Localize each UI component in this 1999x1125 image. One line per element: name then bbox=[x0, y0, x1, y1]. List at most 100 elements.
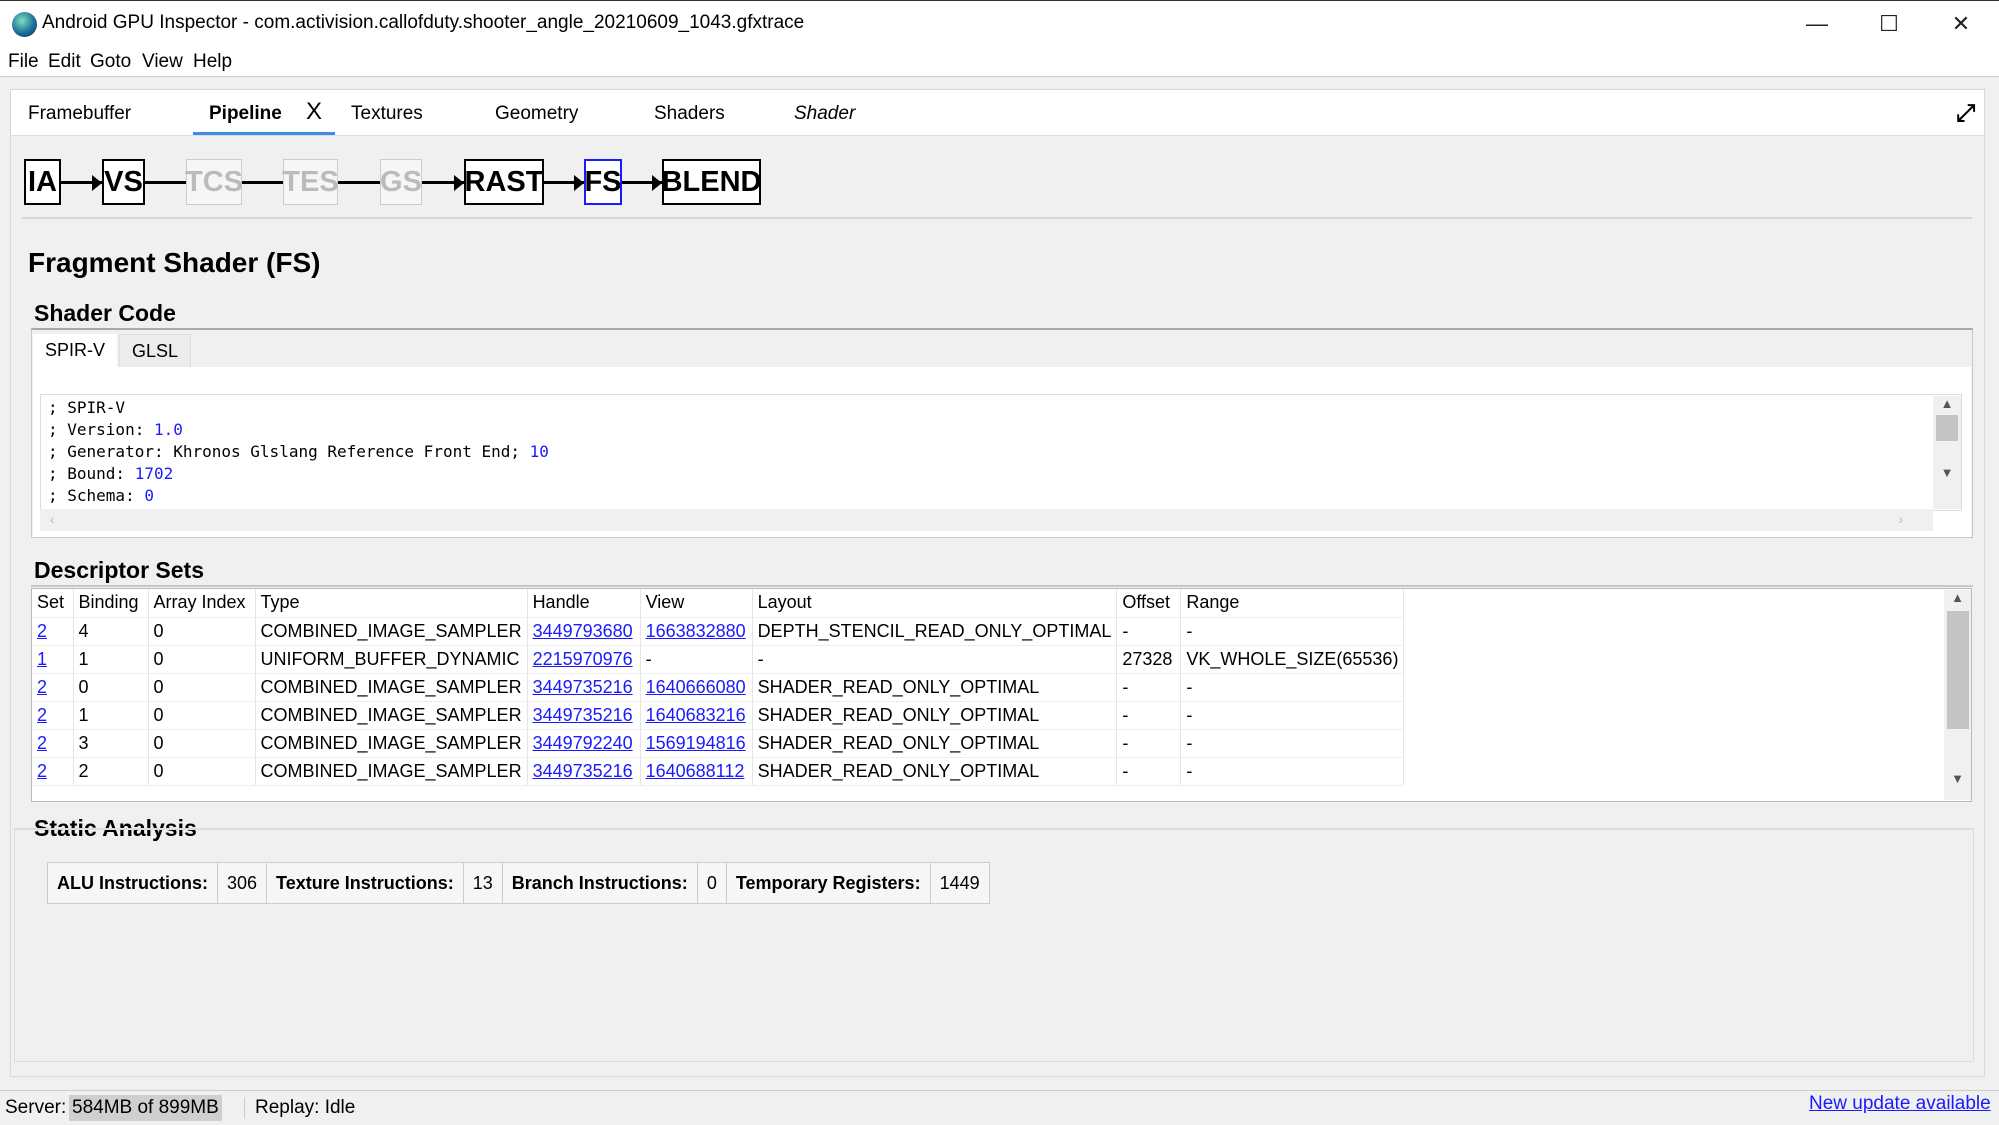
scroll-thumb[interactable] bbox=[1946, 611, 1969, 729]
alu-label: ALU Instructions: bbox=[47, 862, 218, 904]
col-layout[interactable]: Layout bbox=[752, 589, 1118, 618]
cell-range: - bbox=[1180, 701, 1405, 730]
alu-value: 306 bbox=[216, 862, 268, 904]
menu-file[interactable]: File bbox=[8, 51, 39, 73]
server-label: Server: bbox=[5, 1097, 67, 1118]
link-handle[interactable]: 3449792240 bbox=[533, 733, 633, 753]
stage-gs[interactable]: GS bbox=[380, 159, 422, 205]
spirv-code-view[interactable]: ; SPIR-V ; Version: 1.0 ; Generator: Khr… bbox=[40, 394, 1962, 511]
cell-set: 2 bbox=[32, 617, 74, 646]
registers-value: 1449 bbox=[929, 862, 990, 904]
menu-goto[interactable]: Goto bbox=[90, 51, 131, 73]
link-set[interactable]: 2 bbox=[37, 733, 47, 753]
server-memory: 584MB of 899MB bbox=[69, 1095, 222, 1121]
tab-textures[interactable]: Textures bbox=[351, 103, 423, 125]
col-binding[interactable]: Binding bbox=[73, 589, 149, 618]
scroll-thumb[interactable] bbox=[1936, 415, 1958, 441]
tab-shader[interactable]: Shader bbox=[794, 103, 855, 125]
code-line: ; Version: 1.0 bbox=[48, 419, 1954, 441]
tab-shaders[interactable]: Shaders bbox=[654, 103, 725, 125]
stage-rast[interactable]: RAST bbox=[464, 159, 544, 205]
cell-handle: 3449735216 bbox=[527, 701, 641, 730]
cell-type: COMBINED_IMAGE_SAMPLER bbox=[255, 757, 528, 786]
link-view[interactable]: 1640688112 bbox=[646, 761, 745, 781]
stage-blend[interactable]: BLEND bbox=[662, 159, 761, 205]
link-view[interactable]: 1569194816 bbox=[646, 733, 746, 753]
link-view[interactable]: 1640666080 bbox=[646, 677, 746, 697]
menu-view[interactable]: View bbox=[142, 51, 183, 73]
code-number: 10 bbox=[529, 442, 549, 461]
link-handle[interactable]: 3449735216 bbox=[533, 705, 633, 725]
maximize-icon[interactable]: ☐ bbox=[1864, 7, 1914, 41]
stage-vs[interactable]: VS bbox=[102, 159, 145, 205]
col-array-index[interactable]: Array Index bbox=[148, 589, 256, 618]
link-set[interactable]: 2 bbox=[37, 677, 47, 697]
cell-range: - bbox=[1180, 617, 1405, 646]
link-handle[interactable]: 2215970976 bbox=[533, 649, 633, 669]
tab-glsl[interactable]: GLSL bbox=[119, 334, 192, 368]
col-range[interactable]: Range bbox=[1180, 589, 1405, 618]
minimize-icon[interactable]: — bbox=[1792, 7, 1842, 41]
link-set[interactable]: 1 bbox=[37, 649, 47, 669]
divider bbox=[31, 585, 1973, 587]
replay-status: Replay: Idle bbox=[244, 1097, 355, 1119]
tab-spirv[interactable]: SPIR-V bbox=[33, 334, 118, 368]
branch-label: Branch Instructions: bbox=[501, 862, 698, 904]
col-view[interactable]: View bbox=[640, 589, 753, 618]
col-set[interactable]: Set bbox=[32, 589, 74, 618]
cell-set: 2 bbox=[32, 729, 74, 758]
cell-array-index: 0 bbox=[148, 701, 256, 730]
link-set[interactable]: 2 bbox=[37, 705, 47, 725]
collapse-icon[interactable]: ⤢ bbox=[1956, 100, 1975, 128]
cell-layout: SHADER_READ_ONLY_OPTIMAL bbox=[752, 729, 1118, 758]
stage-tcs[interactable]: TCS bbox=[185, 159, 243, 205]
table-row[interactable]: 1 1 0 UNIFORM_BUFFER_DYNAMIC 2215970976- -273… bbox=[32, 645, 1405, 674]
table-header-row: Set Binding Array Index Type Handle View… bbox=[32, 589, 1405, 618]
stage-fs[interactable]: FS bbox=[584, 159, 622, 205]
table-row[interactable]: 2 4 0 COMBINED_IMAGE_SAMPLER 3449793680 16638… bbox=[32, 617, 1405, 646]
cell-offset: - bbox=[1116, 701, 1182, 730]
cell-array-index: 0 bbox=[148, 673, 256, 702]
update-link[interactable]: New update available bbox=[1809, 1093, 1991, 1115]
link-set[interactable]: 2 bbox=[37, 761, 47, 781]
table-row[interactable]: 2 1 0 COMBINED_IMAGE_SAMPLER 3449735216 16406… bbox=[32, 701, 1405, 730]
cell-handle: 2215970976 bbox=[527, 645, 641, 674]
code-horizontal-scrollbar[interactable]: ‹ › bbox=[40, 509, 1933, 531]
cell-type: UNIFORM_BUFFER_DYNAMIC bbox=[255, 645, 528, 674]
code-text: ; Bound: bbox=[48, 464, 135, 483]
link-handle[interactable]: 3449735216 bbox=[533, 761, 633, 781]
stage-ia[interactable]: IA bbox=[24, 159, 61, 205]
tab-close-icon[interactable]: X bbox=[306, 98, 322, 126]
code-vertical-scrollbar[interactable]: ▲ ▼ bbox=[1933, 396, 1961, 509]
tab-pipeline[interactable]: Pipeline bbox=[209, 103, 282, 125]
stage-tes[interactable]: TES bbox=[282, 159, 339, 205]
link-view[interactable]: 1640683216 bbox=[646, 705, 746, 725]
code-text: ; SPIR-V bbox=[48, 398, 126, 417]
menu-edit[interactable]: Edit bbox=[48, 51, 81, 73]
table-row[interactable]: 2 3 0 COMBINED_IMAGE_SAMPLER 3449792240 15691… bbox=[32, 729, 1405, 758]
close-icon[interactable]: ✕ bbox=[1936, 7, 1986, 41]
arrow-icon bbox=[574, 175, 584, 191]
table-row[interactable]: 2 2 0 COMBINED_IMAGE_SAMPLER 3449735216 16406… bbox=[32, 757, 1405, 786]
link-handle[interactable]: 3449735216 bbox=[533, 677, 633, 697]
cell-offset: - bbox=[1116, 729, 1182, 758]
link-handle[interactable]: 3449793680 bbox=[533, 621, 633, 641]
col-handle[interactable]: Handle bbox=[527, 589, 641, 618]
page-title: Fragment Shader (FS) bbox=[28, 247, 321, 278]
tab-geometry[interactable]: Geometry bbox=[495, 103, 578, 125]
static-analysis-table: ALU Instructions: 306 Texture Instructio… bbox=[47, 862, 990, 904]
link-view[interactable]: 1663832880 bbox=[646, 621, 746, 641]
col-type[interactable]: Type bbox=[255, 589, 528, 618]
col-offset[interactable]: Offset bbox=[1116, 589, 1182, 618]
cell-view: 1640683216 bbox=[640, 701, 753, 730]
table-vertical-scrollbar[interactable]: ▲ ▼ bbox=[1944, 590, 1971, 800]
cell-binding: 4 bbox=[73, 617, 149, 646]
cell-layout: SHADER_READ_ONLY_OPTIMAL bbox=[752, 757, 1118, 786]
cell-range: - bbox=[1180, 729, 1405, 758]
cell-layout: SHADER_READ_ONLY_OPTIMAL bbox=[752, 701, 1118, 730]
cell-layout: DEPTH_STENCIL_READ_ONLY_OPTIMAL bbox=[752, 617, 1118, 646]
link-set[interactable]: 2 bbox=[37, 621, 47, 641]
table-row[interactable]: 2 0 0 COMBINED_IMAGE_SAMPLER 3449735216 16406… bbox=[32, 673, 1405, 702]
tab-framebuffer[interactable]: Framebuffer bbox=[28, 103, 131, 125]
menu-help[interactable]: Help bbox=[193, 51, 232, 73]
